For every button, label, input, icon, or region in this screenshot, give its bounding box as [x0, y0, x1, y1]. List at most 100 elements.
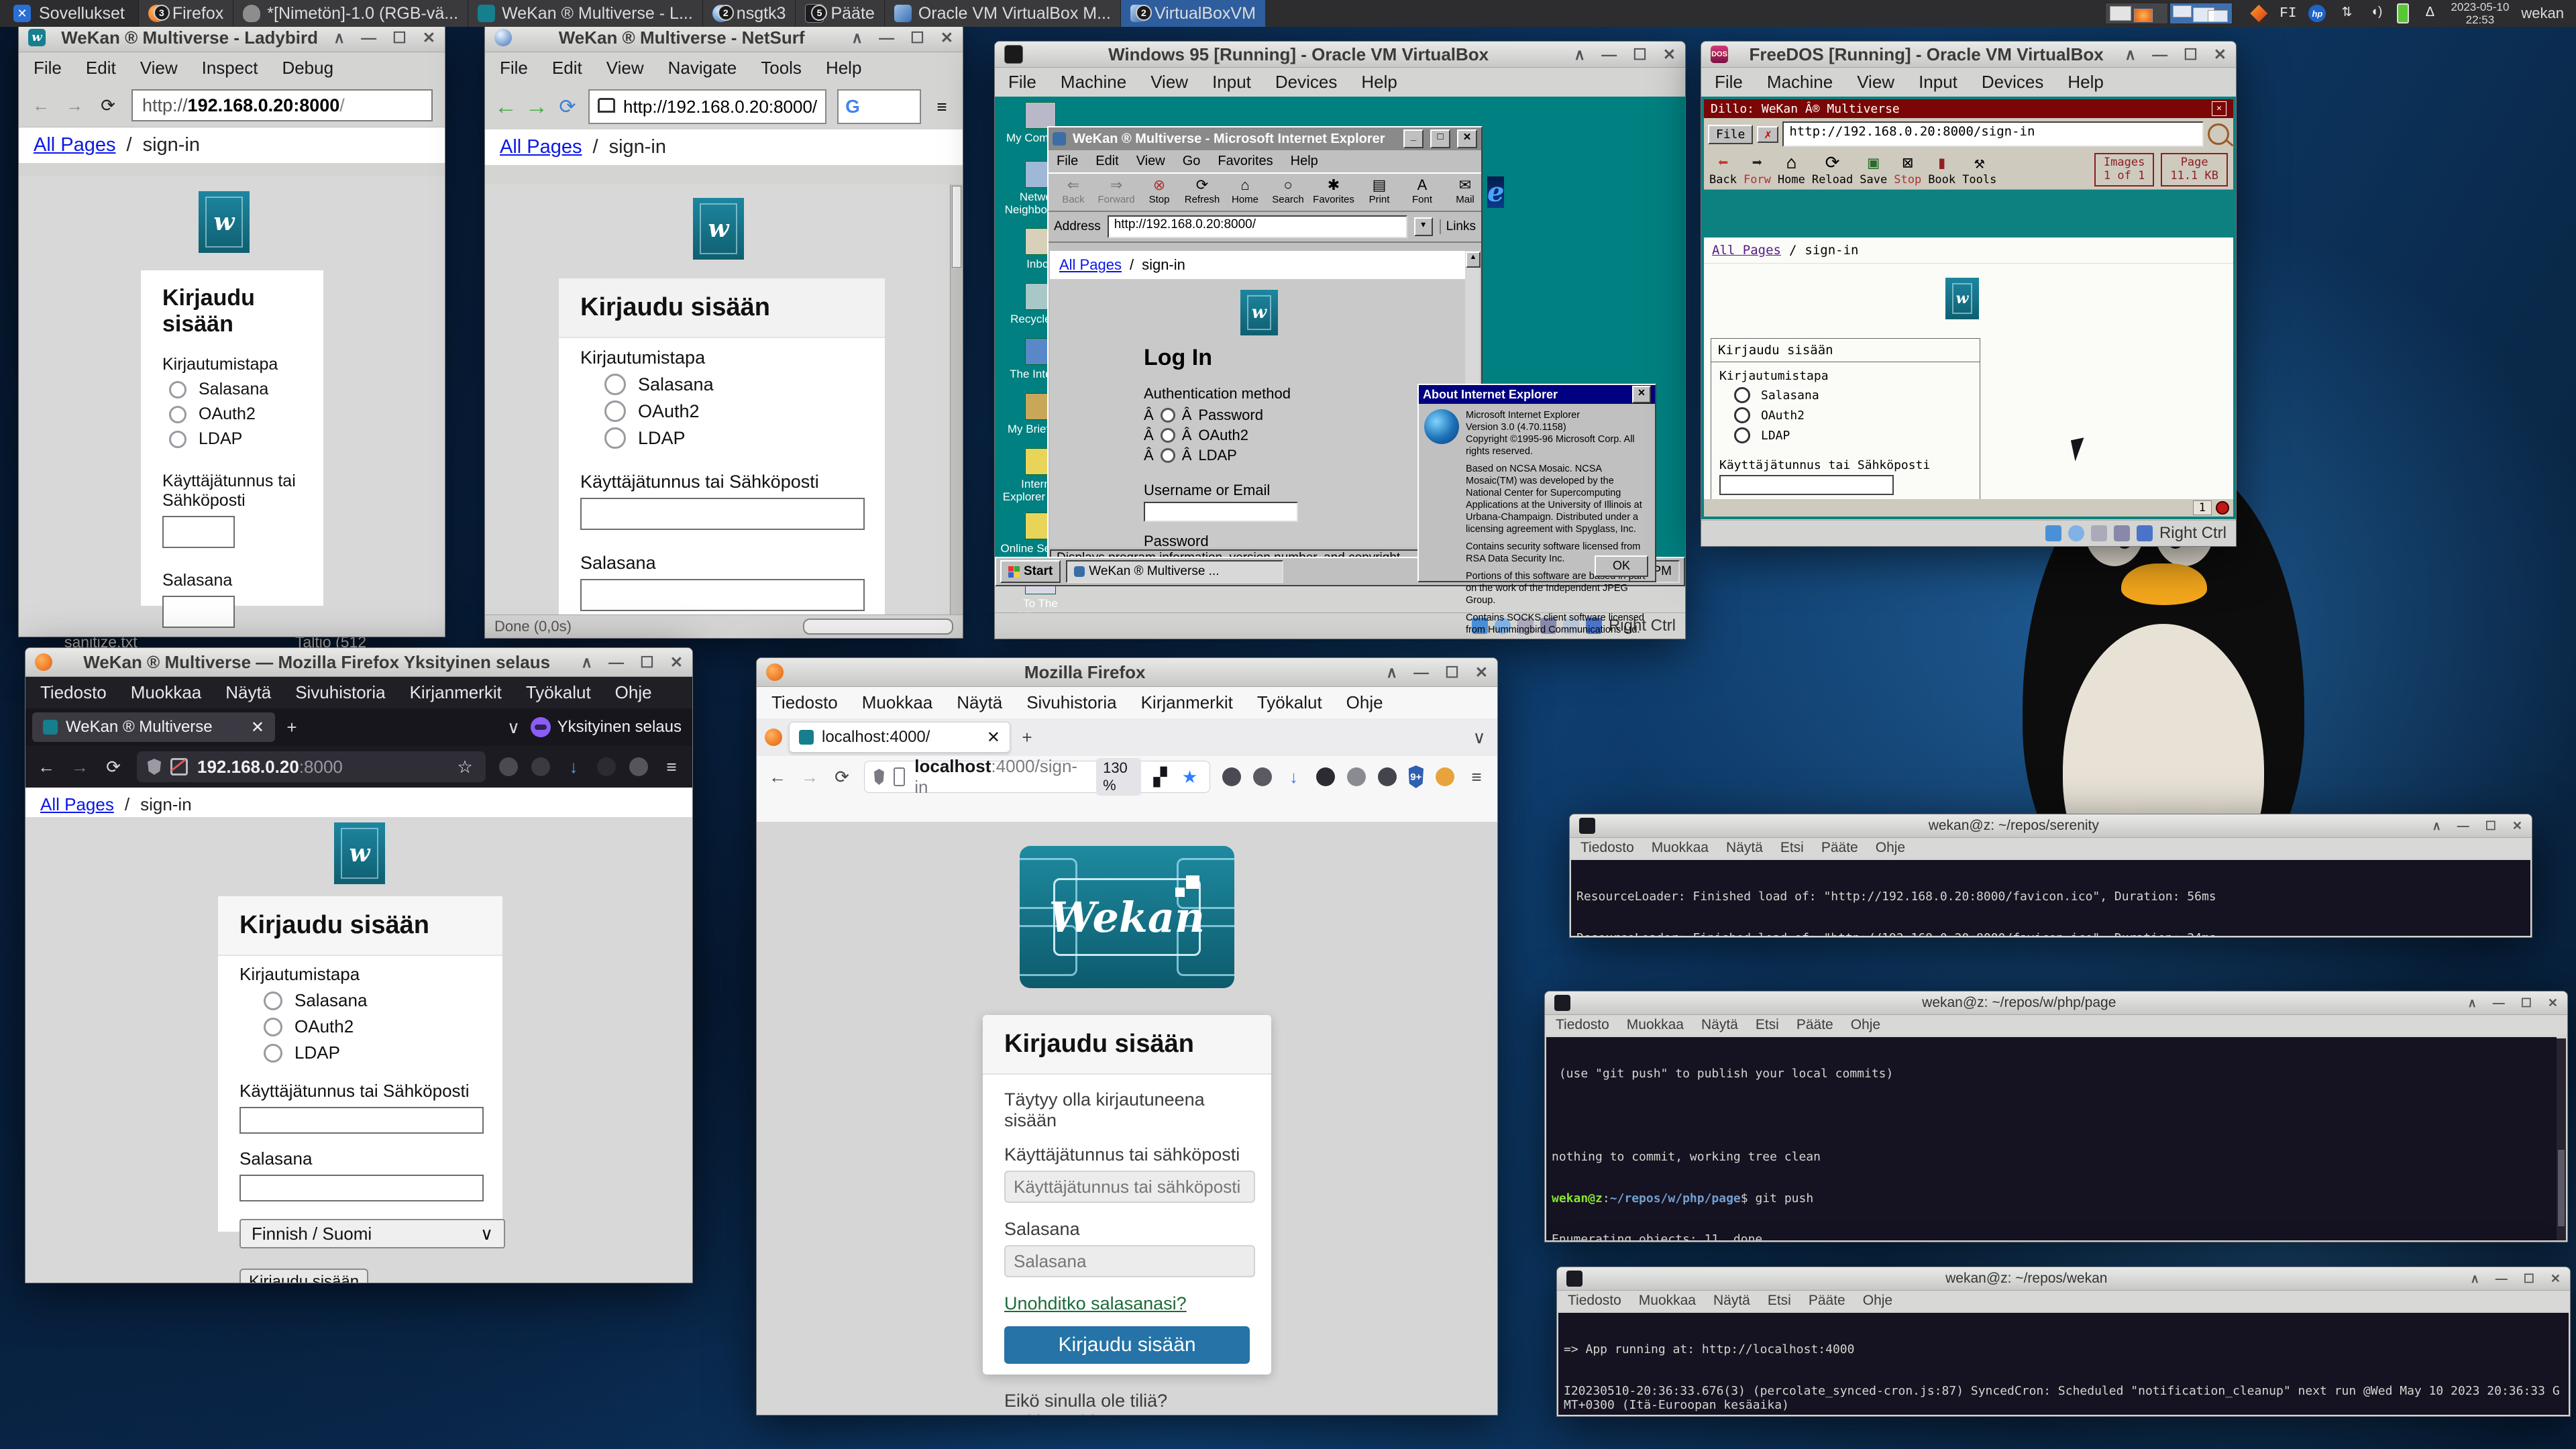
- all-pages-link[interactable]: All Pages: [500, 136, 582, 158]
- radio-ldap[interactable]: [604, 427, 626, 449]
- terminal-titlebar[interactable]: wekan@z: ~/repos/serenity ∧—☐✕: [1570, 814, 2532, 838]
- maximize-button[interactable]: □: [1430, 129, 1450, 148]
- network-updown-icon[interactable]: ⇅: [2338, 5, 2355, 22]
- menu-view[interactable]: View: [140, 58, 178, 78]
- shade-button[interactable]: ∧: [333, 29, 345, 47]
- menu-tiedosto[interactable]: Tiedosto: [1568, 1293, 1621, 1309]
- applications-menu-button[interactable]: ✕ Sovellukset: [0, 0, 138, 27]
- menu-machine[interactable]: Machine: [1061, 72, 1126, 93]
- new-tab-button[interactable]: +: [1017, 727, 1037, 747]
- dillo-titlebar[interactable]: Dillo: WeKan Â® Multiverse ✕: [1704, 99, 2233, 118]
- menu-muokkaa[interactable]: Muokkaa: [1652, 840, 1709, 856]
- all-pages-link[interactable]: All Pages: [1059, 256, 1122, 274]
- taskbar-item-virtualboxvm[interactable]: 2 VirtualBoxVM: [1120, 0, 1265, 27]
- username-input[interactable]: [580, 498, 865, 530]
- home-button[interactable]: ⌂Home: [1226, 176, 1265, 208]
- maximize-button[interactable]: ☐: [640, 653, 654, 672]
- close-button[interactable]: ✕: [670, 653, 683, 672]
- menu-inspect[interactable]: Inspect: [202, 58, 258, 78]
- menu-etsi[interactable]: Etsi: [1780, 840, 1804, 856]
- new-tab-button[interactable]: +: [282, 717, 302, 737]
- menu-file[interactable]: File: [1715, 72, 1743, 93]
- menu-paate[interactable]: Pääte: [1821, 840, 1858, 856]
- taskbar-item-firefox[interactable]: 3 Firefox: [138, 0, 233, 27]
- close-button[interactable]: ✕: [423, 29, 435, 47]
- menu-ohje[interactable]: Ohje: [1876, 840, 1905, 856]
- shade-button[interactable]: ∧: [2468, 996, 2477, 1010]
- volume-icon[interactable]: ◖): [2367, 5, 2385, 22]
- shade-button[interactable]: ∧: [1574, 46, 1585, 64]
- url-bar[interactable]: 192.168.0.20:8000 ☆: [137, 751, 486, 782]
- refresh-button[interactable]: ⟳Refresh: [1183, 176, 1222, 208]
- menu-tiedosto[interactable]: Tiedosto: [1556, 1017, 1609, 1033]
- taskbar-item-terminal[interactable]: 5 Pääte: [795, 0, 883, 27]
- username-input[interactable]: [1004, 1171, 1255, 1203]
- back-icon[interactable]: ←: [31, 95, 51, 115]
- signin-button[interactable]: Kirjaudu sisään: [239, 1269, 368, 1283]
- terminal-titlebar[interactable]: wekan@z: ~/repos/w/php/page ∧—☐✕: [1545, 991, 2567, 1015]
- close-button[interactable]: ✕: [2212, 101, 2226, 116]
- menu-nayta[interactable]: Näytä: [1713, 1293, 1750, 1309]
- download-icon[interactable]: ↓: [1284, 767, 1304, 787]
- reload-button[interactable]: ⟳Reload: [1812, 153, 1853, 186]
- minimize-button[interactable]: —: [2152, 46, 2167, 64]
- menu-file[interactable]: File: [1008, 72, 1036, 93]
- extension-icon[interactable]: [499, 757, 518, 776]
- menu-sivuhistoria[interactable]: Sivuhistoria: [1026, 692, 1116, 713]
- password-input[interactable]: [239, 1175, 484, 1201]
- tab-localhost[interactable]: localhost:4000/ ✕: [789, 722, 1010, 753]
- favorites-button[interactable]: ✱Favorites: [1311, 176, 1356, 208]
- all-pages-link[interactable]: All Pages: [1712, 243, 1781, 258]
- menu-tiedosto[interactable]: Tiedosto: [1580, 840, 1634, 856]
- notification-bell-icon[interactable]: Δ: [2421, 5, 2438, 22]
- menu-tyokalut[interactable]: Työkalut: [526, 682, 591, 703]
- radio-oauth2[interactable]: [1161, 428, 1175, 443]
- signin-button[interactable]: Kirjaudu sisään: [1004, 1326, 1250, 1364]
- links-label[interactable]: Links: [1440, 219, 1476, 234]
- username-input[interactable]: [1719, 475, 1894, 495]
- radio-oauth2[interactable]: [264, 1018, 282, 1036]
- url-bar[interactable]: localhost:4000/sign-in 130 % ▞ ★: [864, 761, 1210, 793]
- minimize-button[interactable]: —: [608, 653, 624, 672]
- hp-tray-icon[interactable]: hp: [2308, 5, 2326, 22]
- stop-button[interactable]: ⊠Stop: [1894, 153, 1921, 186]
- menu-muokkaa[interactable]: Muokkaa: [131, 682, 202, 703]
- workspace-1[interactable]: [2105, 3, 2168, 24]
- url-bar[interactable]: http://192.168.0.20:8000/: [131, 89, 433, 121]
- radio-ldap[interactable]: [1161, 448, 1175, 463]
- workspace-pager[interactable]: [2100, 0, 2238, 27]
- radio-oauth2[interactable]: [604, 400, 626, 422]
- url-bar[interactable]: http://192.168.0.20:8000/: [588, 89, 826, 124]
- battery-icon[interactable]: [2397, 3, 2409, 23]
- dialog-titlebar[interactable]: About Internet Explorer ✕: [1419, 385, 1655, 404]
- menu-tiedosto[interactable]: Tiedosto: [771, 692, 838, 713]
- maximize-button[interactable]: ☐: [2184, 46, 2198, 64]
- scroll-up-icon[interactable]: ▲: [1466, 252, 1481, 268]
- menu-help[interactable]: Help: [1361, 72, 1397, 93]
- addon-icon[interactable]: [1347, 767, 1366, 786]
- file-button[interactable]: File: [1708, 125, 1753, 144]
- close-button[interactable]: ✕: [1663, 46, 1676, 64]
- search-box[interactable]: G: [837, 89, 921, 124]
- address-input[interactable]: http://192.168.0.20:8000/: [1108, 215, 1407, 238]
- shade-button[interactable]: ∧: [2125, 46, 2136, 64]
- url-input[interactable]: http://192.168.0.20:8000/sign-in: [1782, 121, 2204, 147]
- menu-help[interactable]: Help: [826, 58, 861, 78]
- radio-password[interactable]: [169, 381, 186, 398]
- radio-password[interactable]: [604, 374, 626, 395]
- menu-nayta[interactable]: Näytä: [225, 682, 271, 703]
- menu-nayta[interactable]: Näytä: [1701, 1017, 1738, 1033]
- bookmark-star-icon[interactable]: ★: [1180, 767, 1200, 787]
- forgot-password-link[interactable]: Unohditko salasanasi?: [1004, 1293, 1187, 1313]
- bookmarks-button[interactable]: ▮Book: [1928, 153, 1955, 186]
- menu-view[interactable]: View: [1857, 72, 1894, 93]
- minimize-button[interactable]: —: [1601, 46, 1617, 64]
- minimize-button[interactable]: —: [361, 29, 376, 47]
- close-button[interactable]: ✕: [1632, 386, 1651, 403]
- all-pages-link[interactable]: All Pages: [34, 134, 116, 156]
- password-input[interactable]: [580, 579, 865, 611]
- menu-view[interactable]: View: [1150, 72, 1188, 93]
- addon-icon[interactable]: [1436, 767, 1454, 786]
- taskbar-item-nsgtk3[interactable]: 2 nsgtk3: [702, 0, 796, 27]
- close-button[interactable]: ✕: [1457, 129, 1477, 148]
